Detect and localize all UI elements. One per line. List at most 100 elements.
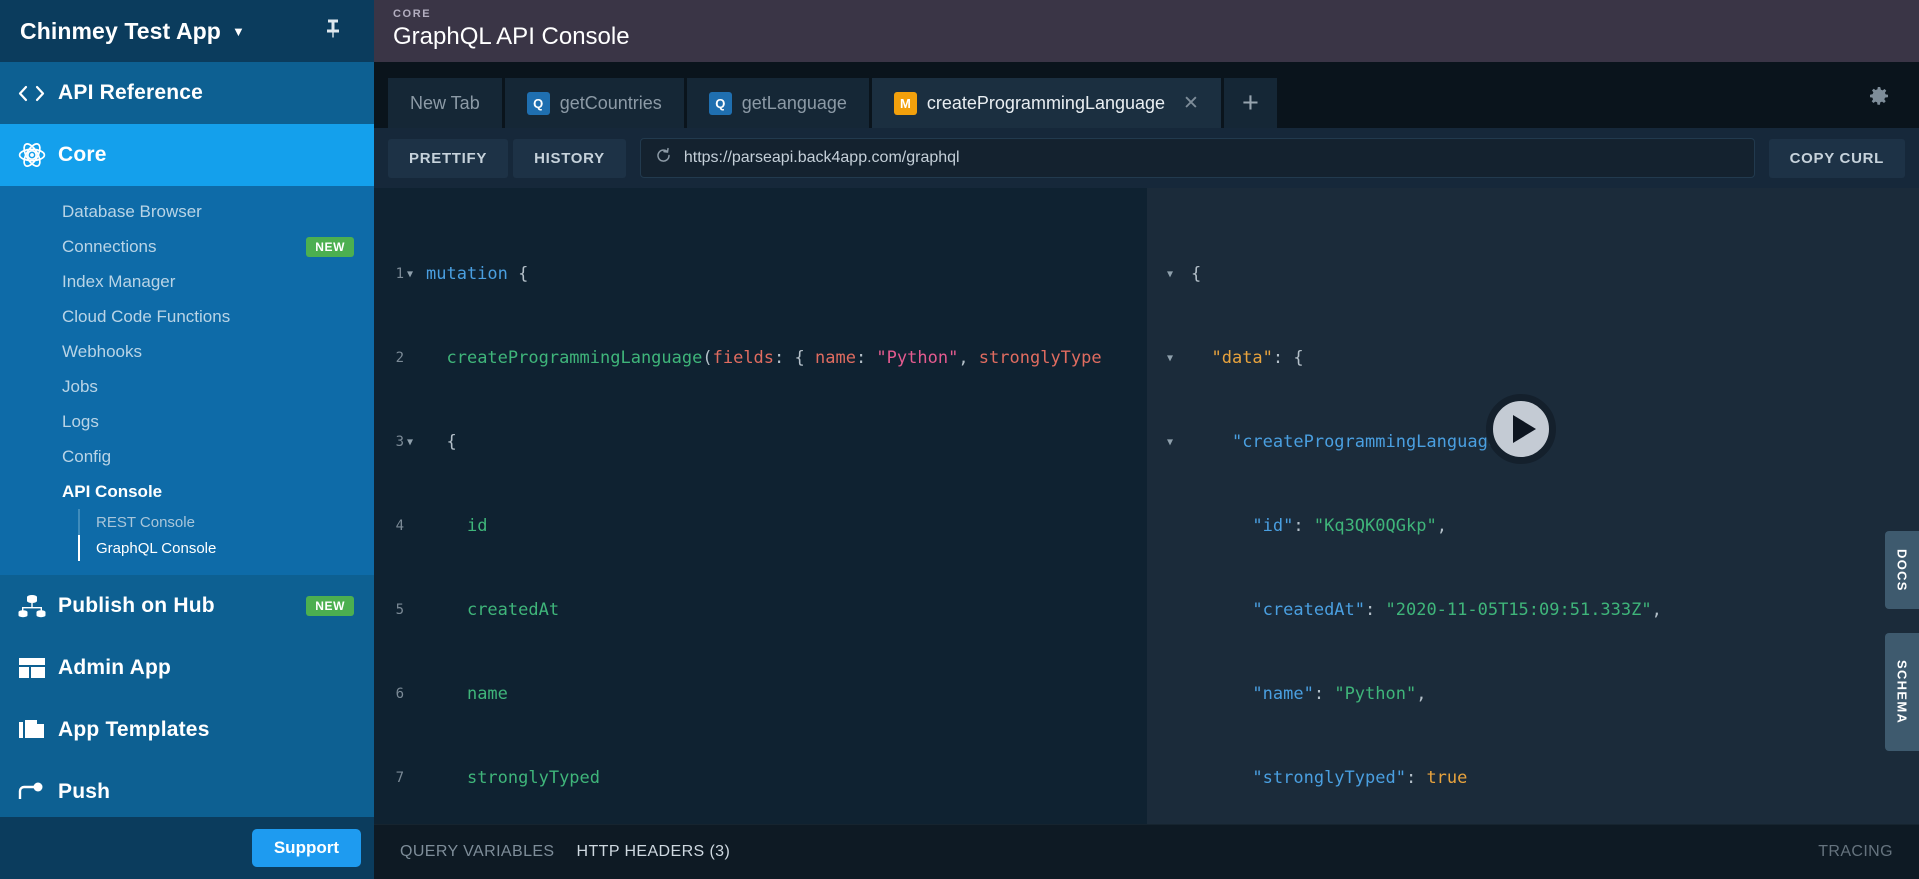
- docs-panel-button[interactable]: DOCS: [1885, 531, 1919, 609]
- endpoint-url-value: https://parseapi.back4app.com/graphql: [684, 149, 960, 167]
- operation-type-badge: Q: [709, 92, 732, 115]
- app-name: Chinmey Test App: [20, 18, 221, 45]
- sidebar-subitem-label: REST Console: [96, 514, 195, 531]
- tab-label: New Tab: [410, 93, 480, 114]
- play-icon[interactable]: [1486, 394, 1556, 464]
- app-switcher[interactable]: Chinmey Test App ▼: [0, 0, 374, 62]
- sidebar-item-publish-on-hub[interactable]: Publish on Hub NEW: [0, 575, 374, 637]
- main-content: CORE GraphQL API Console New Tab Q getCo…: [374, 0, 1919, 879]
- status-badge: NEW: [306, 237, 354, 257]
- support-button[interactable]: Support: [252, 829, 361, 867]
- tab-createprogramminglanguage[interactable]: M createProgrammingLanguage ✕: [872, 78, 1221, 128]
- endpoint-url-field[interactable]: https://parseapi.back4app.com/graphql: [640, 138, 1755, 178]
- fold-arrow-icon[interactable]: ▼: [1167, 345, 1173, 373]
- tab-bar: New Tab Q getCountries Q getLanguage M c…: [374, 62, 1919, 128]
- response-value-id: "Kq3QK0QGkp": [1314, 516, 1437, 536]
- operation-type-badge: M: [894, 92, 917, 115]
- page-title: GraphQL API Console: [393, 23, 1919, 51]
- sidebar-subitem-label: Jobs: [62, 377, 98, 397]
- sidebar-footer: Support: [0, 817, 374, 879]
- sidebar-item-label: API Reference: [58, 81, 203, 105]
- sidebar-item-connections[interactable]: Connections NEW: [0, 229, 374, 264]
- sidebar-item-cloud-code-functions[interactable]: Cloud Code Functions: [0, 299, 374, 334]
- response-value-name: "Python": [1334, 684, 1416, 704]
- response-pane: ▼{ ▼ "data": { ▼ "createProgrammingLangu…: [1147, 188, 1919, 824]
- tracing-tab[interactable]: TRACING: [1818, 843, 1893, 861]
- sidebar-item-api-reference[interactable]: API Reference: [0, 62, 374, 124]
- pin-icon[interactable]: [326, 19, 340, 44]
- query-editor-pane[interactable]: 1▼mutation { 2 createProgrammingLanguage…: [374, 188, 1147, 824]
- sidebar-item-app-templates[interactable]: App Templates: [0, 699, 374, 761]
- query-editor[interactable]: 1▼mutation { 2 createProgrammingLanguage…: [374, 188, 1147, 824]
- chevron-down-icon: ▼: [232, 25, 245, 38]
- sidebar-item-push[interactable]: Push: [0, 761, 374, 823]
- tab-getlanguage[interactable]: Q getLanguage: [687, 78, 869, 128]
- sidebar-item-index-manager[interactable]: Index Manager: [0, 264, 374, 299]
- side-panel-tabs: DOCS SCHEMA: [1885, 531, 1919, 751]
- response-line: "name": "Python",: [1167, 680, 1919, 708]
- line-number: 6: [374, 680, 404, 708]
- sidebar: Chinmey Test App ▼ API Reference Core Da…: [0, 0, 374, 879]
- code-line: 6 name: [374, 680, 1147, 708]
- fold-arrow-icon[interactable]: ▼: [407, 429, 413, 457]
- sidebar-item-rest-console[interactable]: REST Console: [78, 509, 374, 535]
- sidebar-subitem-label: API Console: [62, 482, 162, 502]
- editor-footer: QUERY VARIABLES HTTP HEADERS (3) TRACING: [374, 824, 1919, 879]
- sidebar-item-label: App Templates: [58, 718, 210, 742]
- breadcrumb: CORE: [393, 8, 1919, 20]
- sidebar-subitem-label: Database Browser: [62, 202, 202, 222]
- code-line: 5 createdAt: [374, 596, 1147, 624]
- response-line: ▼ "data": {: [1167, 344, 1919, 372]
- sidebar-item-config[interactable]: Config: [0, 439, 374, 474]
- status-badge: NEW: [306, 596, 354, 616]
- sidebar-item-webhooks[interactable]: Webhooks: [0, 334, 374, 369]
- sidebar-subitem-label: Connections: [62, 237, 157, 257]
- sidebar-item-database-browser[interactable]: Database Browser: [0, 194, 374, 229]
- push-notification-icon: [18, 781, 58, 803]
- response-value-stronglytyped: true: [1426, 768, 1467, 788]
- tab-label: getLanguage: [742, 93, 847, 114]
- reload-icon[interactable]: [655, 147, 672, 169]
- sidebar-subitem-label: Cloud Code Functions: [62, 307, 230, 327]
- layout-dashboard-icon: [18, 657, 58, 679]
- hub-nodes-icon: [18, 592, 58, 620]
- copy-curl-button[interactable]: COPY CURL: [1769, 139, 1905, 178]
- response-line: "createdAt": "2020-11-05T15:09:51.333Z",: [1167, 596, 1919, 624]
- prettify-button[interactable]: PRETTIFY: [388, 139, 508, 178]
- line-number: 5: [374, 596, 404, 624]
- fold-arrow-icon[interactable]: ▼: [407, 261, 413, 289]
- gear-icon[interactable]: [1867, 84, 1891, 113]
- add-tab-button[interactable]: +: [1224, 78, 1277, 128]
- close-icon[interactable]: ✕: [1183, 92, 1199, 115]
- sidebar-item-admin-app[interactable]: Admin App: [0, 637, 374, 699]
- templates-icon: [18, 718, 58, 742]
- sidebar-item-graphql-console[interactable]: GraphQL Console: [78, 535, 374, 561]
- core-submenu: Database Browser Connections NEW Index M…: [0, 186, 374, 575]
- sidebar-item-core[interactable]: Core: [0, 124, 374, 186]
- response-value-createdat: "2020-11-05T15:09:51.333Z": [1386, 600, 1652, 620]
- code-brackets-icon: [18, 84, 58, 103]
- tab-getcountries[interactable]: Q getCountries: [505, 78, 684, 128]
- code-line: 3▼ {: [374, 428, 1147, 456]
- fold-arrow-icon[interactable]: ▼: [1167, 429, 1173, 457]
- sidebar-subitem-label: Index Manager: [62, 272, 175, 292]
- line-number: 7: [374, 764, 404, 792]
- http-headers-tab[interactable]: HTTP HEADERS (3): [577, 843, 731, 861]
- sidebar-item-jobs[interactable]: Jobs: [0, 369, 374, 404]
- sidebar-subitem-label: Webhooks: [62, 342, 142, 362]
- tab-label: createProgrammingLanguage: [927, 93, 1165, 114]
- history-button[interactable]: HISTORY: [513, 139, 626, 178]
- code-line: 4 id: [374, 512, 1147, 540]
- fold-arrow-icon[interactable]: ▼: [1167, 261, 1173, 289]
- play-triangle: [1513, 415, 1536, 443]
- sidebar-item-label: Core: [58, 143, 107, 167]
- tab-label: getCountries: [560, 93, 662, 114]
- sidebar-item-api-console[interactable]: API Console: [0, 474, 374, 509]
- atom-icon: [18, 141, 58, 169]
- sidebar-item-logs[interactable]: Logs: [0, 404, 374, 439]
- schema-panel-button[interactable]: SCHEMA: [1885, 633, 1919, 751]
- response-line: "id": "Kq3QK0QGkp",: [1167, 512, 1919, 540]
- query-variables-tab[interactable]: QUERY VARIABLES: [400, 843, 555, 861]
- tab-new-tab[interactable]: New Tab: [388, 78, 502, 128]
- line-number: 2: [374, 344, 404, 372]
